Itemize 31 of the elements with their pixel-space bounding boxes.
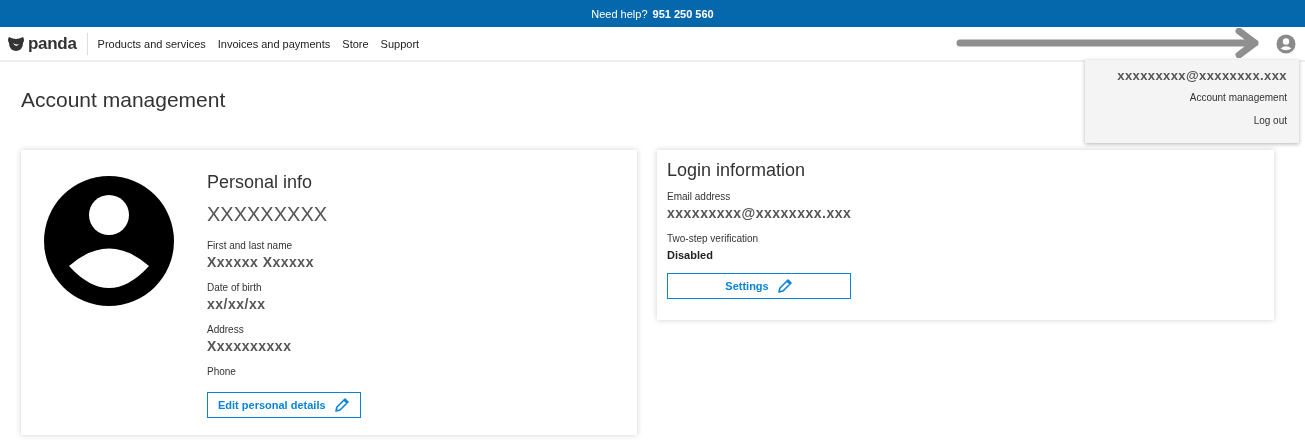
field-label: First and last name [207,240,294,251]
field-label: Email address [667,191,732,202]
avatar-icon [44,176,174,306]
help-phone[interactable]: 951 250 560 [652,7,714,20]
user-icon[interactable] [1276,33,1296,54]
field-label: Date of birth [207,282,263,293]
nav-link[interactable]: Invoices and payments [217,37,331,50]
pencil-icon [776,278,793,294]
menu-item[interactable]: Log out [1253,115,1287,126]
field-label: Two-step verification [667,233,760,244]
card-title: Login information [667,160,806,181]
edit-button[interactable]: Edit personal details [207,392,361,418]
pencil-icon [333,397,350,413]
field-label: Phone [207,366,237,377]
user-email: xxxxxxxxx@xxxxxxxx.xxx [1117,68,1287,83]
user-name: XXXXXXXXX [207,203,328,226]
nav-link[interactable]: Products and services [97,37,206,50]
panda-logo[interactable]: panda [6,32,88,55]
field-value: Disabled [667,249,714,261]
nav-link[interactable]: Support [380,37,420,50]
help-label: Need help? [591,7,648,20]
page-title: Account management [21,88,226,112]
field-value: Xxxxxx Xxxxxx [207,254,314,270]
card-title: Personal info [207,172,313,193]
menu-item[interactable]: Account management [1189,92,1287,103]
nav-link[interactable]: Store [342,37,369,50]
settings-button[interactable]: Settings [667,273,851,299]
field-value: Xxxxxxxxxx [207,338,293,354]
field-value: xxxxxxxxx@xxxxxxxx.xxx [667,205,852,221]
field-value: xx/xx/xx [207,296,267,312]
field-label: Address [207,324,245,335]
